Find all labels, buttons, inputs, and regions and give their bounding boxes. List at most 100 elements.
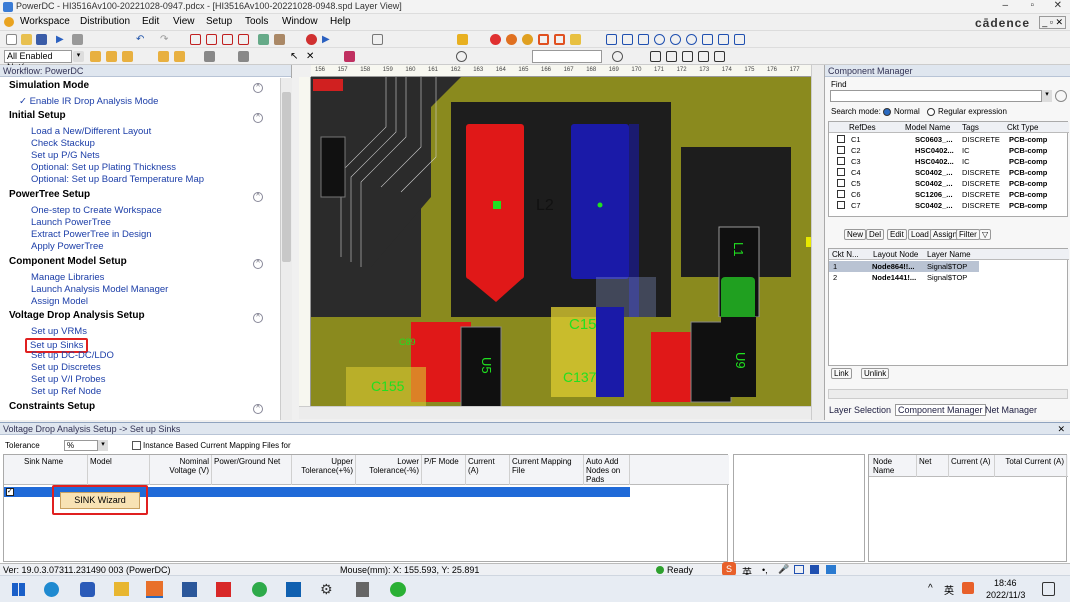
measure-icon[interactable] — [702, 34, 713, 45]
row-checkbox-icon[interactable] — [837, 146, 845, 154]
rotate-icon[interactable] — [670, 34, 681, 45]
new-button[interactable]: New — [844, 229, 867, 240]
col-pf-mode[interactable]: P/F Mode — [422, 455, 466, 485]
view-3d-icon[interactable] — [654, 34, 665, 45]
play-icon[interactable]: ▶ — [56, 34, 67, 45]
calculator-icon[interactable] — [356, 582, 369, 597]
del-button[interactable]: Del — [866, 229, 885, 240]
export-report-icon[interactable] — [714, 51, 725, 62]
list-icon[interactable] — [204, 51, 215, 62]
trace-tool-icon[interactable] — [538, 34, 549, 45]
powerdc-taskbar-icon[interactable] — [146, 581, 163, 598]
menu-workspace[interactable]: Workspace — [20, 16, 70, 27]
word-icon[interactable] — [182, 582, 197, 597]
link-manage-libraries[interactable]: Manage Libraries — [31, 272, 104, 283]
col-sink-name[interactable]: Sink Name — [22, 455, 88, 485]
table-row[interactable]: C1 SC0603_... DISCRETE PCB-comp — [829, 134, 1069, 145]
link-apply-powertree[interactable]: Apply PowerTree — [31, 241, 104, 252]
link-setup-discretes[interactable]: Set up Discretes — [31, 362, 101, 373]
zoom-fit-icon[interactable] — [206, 34, 217, 45]
zoom-window-icon[interactable] — [190, 34, 201, 45]
link-setup-vrms[interactable]: Set up VRMs — [31, 326, 87, 337]
via-tool-icon[interactable] — [490, 34, 501, 45]
row-checkbox-icon[interactable] — [837, 168, 845, 176]
settings-gear-icon[interactable]: ⚙ — [320, 581, 333, 598]
col-layer-name[interactable]: Layer Name — [927, 250, 971, 259]
region-tool-icon[interactable] — [570, 34, 581, 45]
wechat-icon[interactable] — [390, 582, 406, 597]
menu-view[interactable]: View — [173, 16, 195, 27]
ime-shirt-icon[interactable] — [810, 565, 819, 574]
toolbar-combo[interactable] — [532, 50, 602, 63]
component-tool-icon[interactable] — [522, 34, 533, 45]
mdi-controls[interactable]: _ ▫ ✕ — [1039, 16, 1066, 29]
browser-icon[interactable] — [252, 582, 267, 597]
step-icon[interactable]: ▶ — [322, 34, 333, 45]
app-blue-icon[interactable] — [80, 582, 95, 597]
funnel-icon[interactable]: ▽ — [979, 229, 992, 240]
filter-button[interactable]: Filter — [956, 229, 980, 240]
link-load-layout[interactable]: Load a New/Different Layout — [31, 126, 151, 137]
col-tags[interactable]: Tags — [962, 123, 979, 132]
table-row[interactable]: C6 SC1206_... DISCRETE PCB-comp — [829, 189, 1069, 200]
col-ckt-node[interactable]: Ckt N... — [832, 250, 859, 259]
section-initial-setup[interactable]: Initial Setup — [9, 110, 66, 121]
ime-logo-icon[interactable]: S — [722, 562, 736, 576]
layout-canvas[interactable]: L2 L1 C15 C137 C155 U5 U9 C89 — [311, 77, 811, 406]
menu-window[interactable]: Window — [282, 16, 318, 27]
property-icon[interactable] — [238, 51, 249, 62]
menu-tools[interactable]: Tools — [245, 16, 268, 27]
wire-tool-icon[interactable] — [106, 51, 117, 62]
link-setup-ref-node[interactable]: Set up Ref Node — [31, 386, 101, 397]
unlink-button[interactable]: Unlink — [861, 368, 890, 379]
tab-layer-selection[interactable]: Layer Selection — [829, 405, 891, 415]
zoom-in-icon[interactable] — [222, 34, 233, 45]
row-checkbox-icon[interactable] — [837, 135, 845, 143]
notification-icon[interactable] — [1042, 582, 1055, 596]
comp-hscrollbar[interactable] — [828, 389, 1068, 399]
tray-ime-icon[interactable] — [962, 582, 974, 594]
col-current[interactable]: Current (A) — [466, 455, 510, 485]
zoom-out-icon[interactable] — [238, 34, 249, 45]
layer-tool-icon[interactable] — [258, 34, 269, 45]
col-node-current[interactable]: Current (A) — [949, 455, 995, 477]
radio-regex-label[interactable]: Regular expression — [938, 107, 1007, 116]
section-component-model-setup[interactable]: Component Model Setup — [9, 256, 127, 267]
col-auto-add-nodes[interactable]: Auto Add Nodes on Pads — [584, 455, 630, 485]
section-powertree-setup[interactable]: PowerTree Setup — [9, 189, 90, 200]
col-lower-tolerance[interactable]: Lower Tolerance(-%) — [356, 455, 422, 485]
arc-tool-icon[interactable] — [122, 51, 133, 62]
col-nominal-voltage[interactable]: Nominal Voltage (V) — [150, 455, 212, 485]
find-icon[interactable] — [456, 51, 467, 62]
panel-close-icon[interactable]: ✕ — [1057, 424, 1065, 435]
edge-icon[interactable] — [44, 582, 59, 597]
search-icon[interactable] — [612, 51, 623, 62]
redo-icon[interactable]: ↷ — [160, 34, 171, 45]
collapse-icon[interactable]: ^ — [253, 192, 263, 202]
tolerance-dropdown-icon[interactable]: ▾ — [98, 440, 108, 451]
image-icon[interactable] — [698, 51, 709, 62]
select-tool-icon[interactable] — [90, 51, 101, 62]
link-analysis-model-manager[interactable]: Launch Analysis Model Manager — [31, 284, 168, 295]
table-row[interactable]: C3 HSC0402... IC PCB-comp — [829, 156, 1069, 167]
link-plating-thickness[interactable]: Optional: Set up Plating Thickness — [31, 162, 176, 173]
net-filter-dropdown-icon[interactable]: ▾ — [73, 51, 84, 62]
net-tool-icon[interactable] — [274, 34, 285, 45]
connect-icon[interactable] — [344, 51, 355, 62]
find-input[interactable] — [830, 90, 1042, 102]
pan-icon[interactable] — [686, 34, 697, 45]
scroll-thumb[interactable] — [282, 92, 291, 262]
tab-net-manager[interactable]: Net Manager — [985, 405, 1037, 415]
col-layout-node[interactable]: Layout Node — [873, 250, 918, 259]
link-check-stackup[interactable]: Check Stackup — [31, 138, 95, 149]
table-row[interactable]: 2 Node1441!... Signal$TOP — [829, 272, 979, 283]
load-button[interactable]: Load — [908, 229, 932, 240]
row-checkbox-icon[interactable] — [837, 157, 845, 165]
col-ckt-type[interactable]: Ckt Type — [1007, 123, 1038, 132]
section-constraints-setup[interactable]: Constraints Setup — [9, 401, 95, 412]
menu-edit[interactable]: Edit — [142, 16, 159, 27]
col-model-name[interactable]: Model Name — [905, 123, 950, 132]
tolerance-select[interactable]: % — [64, 440, 98, 451]
col-refdes[interactable]: RefDes — [849, 123, 876, 132]
table-row[interactable]: 1 Node864!!... Signal$TOP — [829, 261, 979, 272]
